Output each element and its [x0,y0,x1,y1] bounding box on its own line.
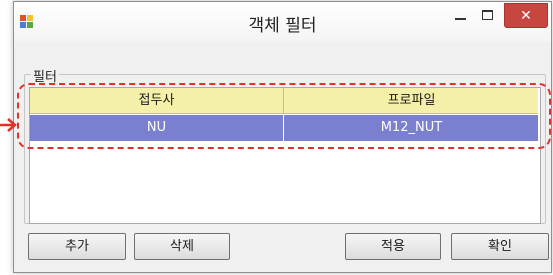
annotation-arrow-icon [0,118,17,132]
maximize-icon [482,10,493,20]
minimize-button[interactable] [448,3,474,28]
apply-button[interactable]: 적용 [345,233,441,260]
close-icon: ✕ [520,8,532,24]
close-button[interactable]: ✕ [504,3,548,28]
delete-button[interactable]: 삭제 [134,233,230,260]
title-bar: 객체 필터 ✕ [14,2,551,42]
maximize-button[interactable] [474,3,500,28]
annotation-highlight [17,83,551,149]
ok-button[interactable]: 확인 [451,233,549,260]
add-button[interactable]: 추가 [28,233,126,260]
minimize-icon [455,18,466,20]
